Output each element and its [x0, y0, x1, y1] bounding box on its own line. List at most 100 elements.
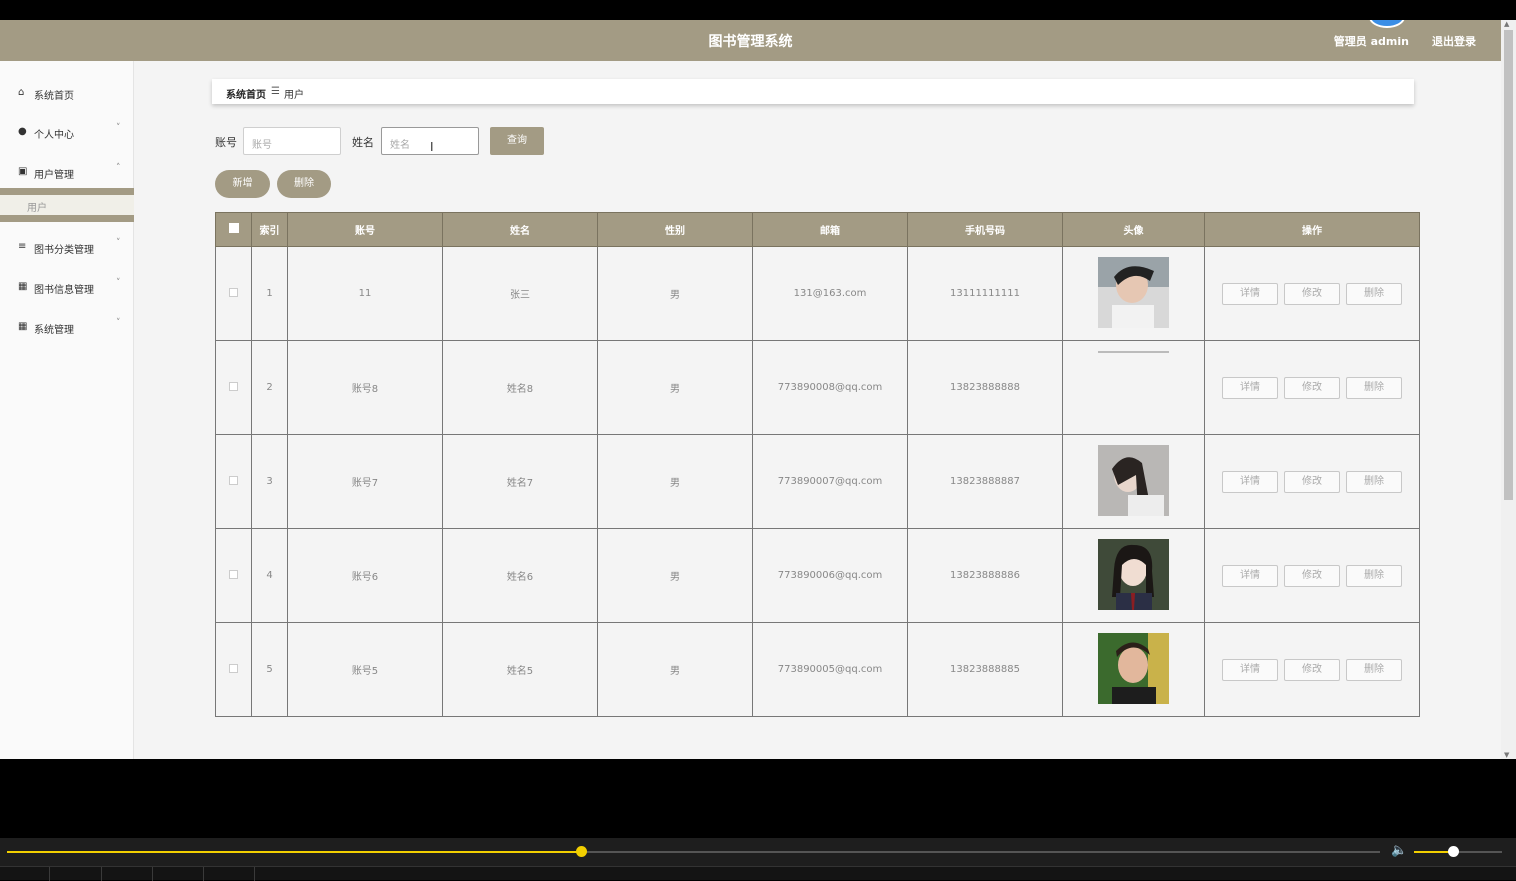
- row-select-cell[interactable]: [215, 622, 252, 717]
- cell-account: 账号8: [287, 340, 443, 435]
- user-icon: ●: [18, 126, 27, 137]
- avatar: [1098, 538, 1169, 613]
- row-select-cell[interactable]: [215, 246, 252, 341]
- table-row: 1 11 张三男 131@163.com 13111111111 详情 修改 删除: [215, 246, 1420, 341]
- scroll-thumb[interactable]: [1504, 30, 1513, 500]
- sidebar-item-book-category[interactable]: ≡ 图书分类管理 ˅: [0, 235, 134, 259]
- admin-avatar[interactable]: [1369, 20, 1405, 28]
- cell-phone: 13823888885: [907, 622, 1063, 717]
- delete-button[interactable]: 删除: [1346, 470, 1402, 493]
- query-button[interactable]: 查询: [490, 127, 544, 155]
- column-header: 性别: [597, 212, 753, 247]
- cell-index: 2: [251, 340, 288, 435]
- row-checkbox[interactable]: [229, 475, 238, 485]
- cell-actions: 详情 修改 删除: [1204, 434, 1420, 529]
- admin-label: 管理员 admin: [1333, 35, 1409, 48]
- seek-handle[interactable]: [575, 846, 587, 857]
- column-header: 操作: [1204, 212, 1420, 247]
- app-window: 图书管理系统 管理员 admin 退出登录 ▲ ▼ ⌂ 系统首页 ● 个人中心 …: [0, 20, 1516, 759]
- chevron-down-icon: ˅: [116, 278, 121, 288]
- avatar: [1098, 350, 1169, 425]
- edit-button[interactable]: 修改: [1284, 282, 1340, 305]
- cell-index: 4: [251, 528, 288, 623]
- top-bar: 图书管理系统 管理员 admin 退出登录: [0, 20, 1501, 61]
- sidebar-item-label: 用户管理: [34, 170, 74, 181]
- cell-email: 773890008@qq.com: [752, 340, 908, 435]
- sidebar-item-home[interactable]: ⌂ 系统首页: [0, 81, 134, 105]
- name-label: 姓名: [352, 136, 374, 149]
- select-all-cell[interactable]: [215, 212, 252, 247]
- cell-phone: 13823888888: [907, 340, 1063, 435]
- column-header: 头像: [1062, 212, 1205, 247]
- cell-gender: 男: [597, 246, 753, 341]
- cell-gender: 男: [597, 528, 753, 623]
- cell-actions: 详情 修改 删除: [1204, 528, 1420, 623]
- cell-avatar: [1062, 246, 1205, 341]
- sidebar-item-book-info[interactable]: ▦ 图书信息管理 ˅: [0, 275, 134, 299]
- detail-button[interactable]: 详情: [1222, 658, 1278, 681]
- cell-phone: 13111111111: [907, 246, 1063, 341]
- grid-icon: ▦: [18, 281, 28, 292]
- detail-button[interactable]: 详情: [1222, 470, 1278, 493]
- seek-bar[interactable]: [7, 851, 1380, 853]
- row-checkbox[interactable]: [229, 287, 238, 297]
- volume-icon[interactable]: 🔈: [1391, 843, 1407, 858]
- add-button[interactable]: 新增: [215, 170, 270, 198]
- list-icon: ≡: [18, 241, 27, 252]
- sidebar-item-personal[interactable]: ● 个人中心 ˅: [0, 120, 134, 144]
- column-header: 账号: [287, 212, 443, 247]
- scroll-down-icon[interactable]: ▼: [1504, 751, 1509, 759]
- delete-button[interactable]: 删除: [1346, 282, 1402, 305]
- player-strip: [0, 866, 1516, 881]
- detail-button[interactable]: 详情: [1222, 376, 1278, 399]
- breadcrumb-separator-icon: ☰: [271, 86, 280, 97]
- edit-button[interactable]: 修改: [1284, 564, 1340, 587]
- edit-button[interactable]: 修改: [1284, 470, 1340, 493]
- row-select-cell[interactable]: [215, 434, 252, 529]
- breadcrumb: 系统首页 ☰ 用户: [212, 79, 1414, 104]
- table-row: 2 账号8 姓名8 男 773890008@qq.com 13823888888 详情 修改删…: [215, 340, 1420, 435]
- chevron-up-icon: ˄: [116, 163, 121, 173]
- delete-button[interactable]: 删除: [1346, 376, 1402, 399]
- logout-link[interactable]: 退出登录: [1432, 33, 1476, 49]
- breadcrumb-home[interactable]: 系统首页: [226, 86, 266, 101]
- cell-account: 账号5: [287, 622, 443, 717]
- row-checkbox[interactable]: [229, 569, 238, 579]
- sidebar-item-label: 系统首页: [34, 91, 74, 102]
- select-all-checkbox[interactable]: [228, 223, 239, 233]
- row-select-cell[interactable]: [215, 340, 252, 435]
- column-header: 邮箱: [752, 212, 908, 247]
- cell-actions: 详情 修改 删除: [1204, 340, 1420, 435]
- cell-index: 3: [251, 434, 288, 529]
- video-player-controls: 🔈: [0, 838, 1516, 881]
- cell-avatar: [1062, 340, 1205, 435]
- scroll-up-icon[interactable]: ▲: [1504, 20, 1509, 28]
- delete-button[interactable]: 删除: [1346, 658, 1402, 681]
- row-checkbox[interactable]: [229, 381, 238, 391]
- row-select-cell[interactable]: [215, 528, 252, 623]
- column-header: 手机号码: [907, 212, 1063, 247]
- sidebar-subitem-user[interactable]: 用户: [0, 188, 134, 222]
- edit-button[interactable]: 修改: [1284, 376, 1340, 399]
- page-scrollbar[interactable]: ▲ ▼: [1501, 20, 1516, 759]
- seek-played: [7, 851, 581, 853]
- detail-button[interactable]: 详情: [1222, 282, 1278, 305]
- volume-handle[interactable]: [1448, 846, 1459, 857]
- sidebar-item-system[interactable]: ▦ 系统管理 ˅: [0, 315, 134, 339]
- table-row: 5 账号5 姓名5 男 773890005@qq.com 13823888885 详情 修改删…: [215, 622, 1420, 717]
- bulk-delete-button[interactable]: 删除: [277, 170, 331, 198]
- cell-account: 账号7: [287, 434, 443, 529]
- sidebar-item-label: 图书信息管理: [34, 285, 94, 296]
- account-label: 账号: [215, 136, 237, 149]
- breadcrumb-current: 用户: [284, 90, 304, 101]
- cell-avatar: [1062, 434, 1205, 529]
- row-checkbox[interactable]: [229, 663, 238, 673]
- delete-button[interactable]: 删除: [1346, 564, 1402, 587]
- detail-button[interactable]: 详情: [1222, 564, 1278, 587]
- edit-button[interactable]: 修改: [1284, 658, 1340, 681]
- account-search-input[interactable]: 账号: [243, 127, 341, 155]
- sidebar-item-users[interactable]: ▣ 用户管理 ˄: [0, 160, 134, 184]
- sidebar: ⌂ 系统首页 ● 个人中心 ˅ ▣ 用户管理 ˄ 用户 ≡ 图书分类管理 ˅ ▦…: [0, 61, 134, 759]
- grid-icon: ▦: [18, 321, 28, 332]
- cell-email: 773890006@qq.com: [752, 528, 908, 623]
